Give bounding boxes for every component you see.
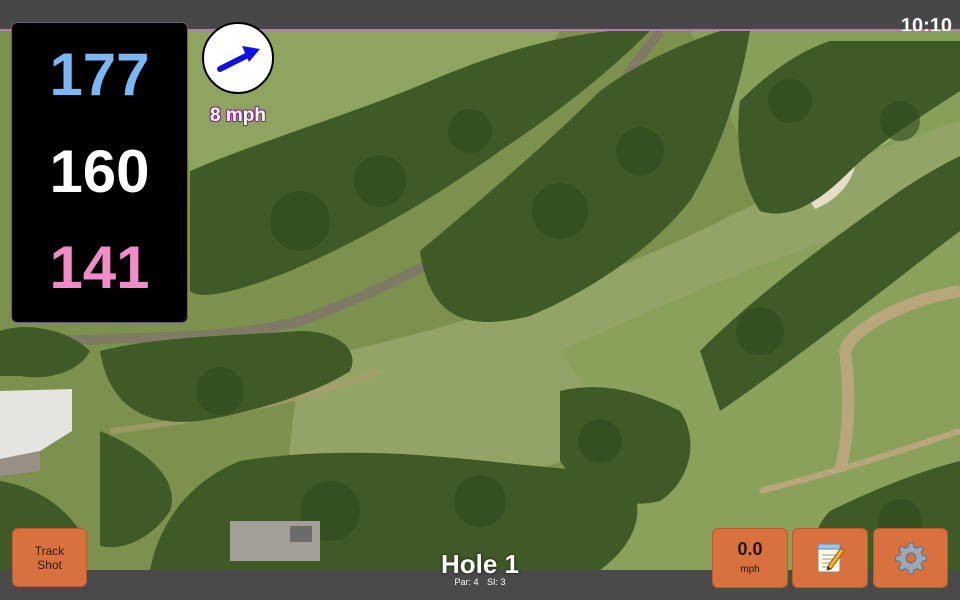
- hole-stroke-index: SI: 3: [487, 577, 506, 587]
- wind-arrow-icon: [217, 46, 260, 72]
- speed-unit: mph: [740, 564, 760, 575]
- scorecard-notes-button[interactable]: [792, 528, 868, 588]
- speed-button[interactable]: 0.0 mph: [712, 528, 788, 588]
- yardage-panel: 177 160 141: [11, 22, 188, 323]
- hole-info: Par: 4 SI: 3: [380, 576, 580, 588]
- wind-direction-dial: [202, 22, 274, 94]
- wind-speed: 8 mph: [210, 105, 266, 126]
- track-shot-label-line1: Track: [34, 543, 65, 558]
- hole-title: Hole 1: [440, 549, 520, 579]
- hole-par: Par: 4: [454, 577, 479, 587]
- front-yardage: 141: [49, 234, 150, 301]
- gear-icon: [894, 542, 927, 575]
- back-yardage: 177: [49, 41, 150, 108]
- middle-yardage: 160: [49, 138, 150, 205]
- track-shot-button[interactable]: Track Shot: [12, 528, 87, 587]
- notepad-icon: [817, 543, 845, 573]
- speed-value: 0.0: [737, 539, 763, 559]
- settings-button[interactable]: [873, 528, 948, 588]
- track-shot-label-line2: Shot: [37, 557, 62, 572]
